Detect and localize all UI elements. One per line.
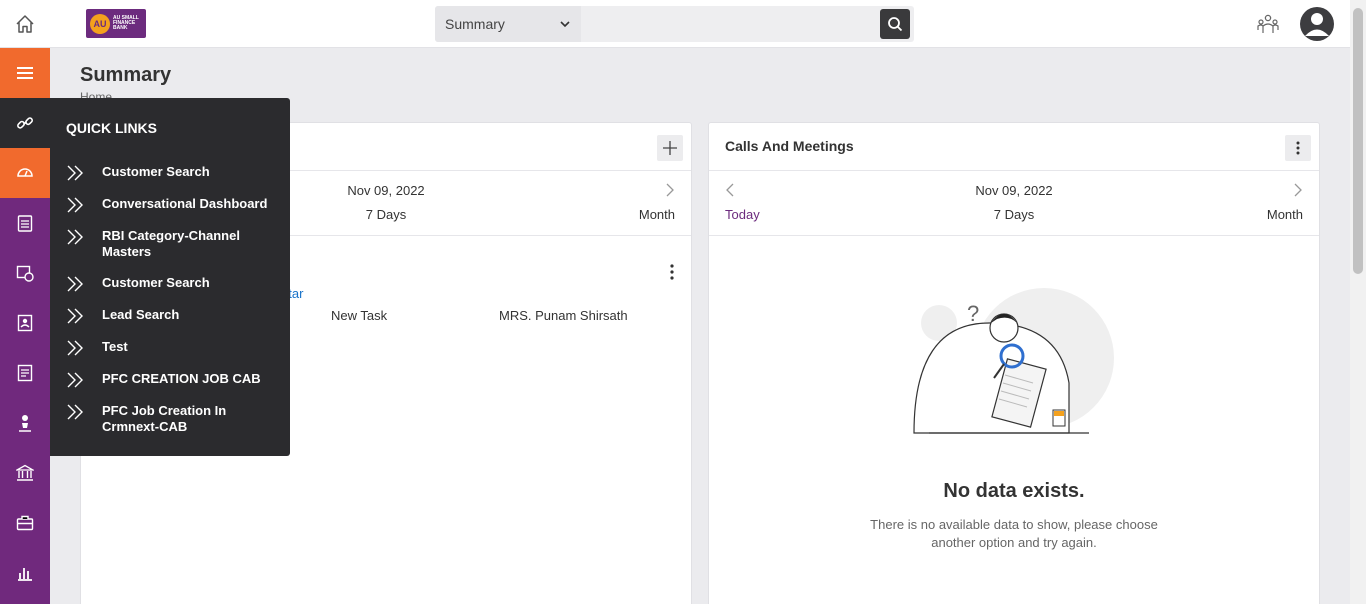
quick-link-customer-search-2[interactable]: Customer Search [66,275,286,293]
calls-card-menu-button[interactable] [1285,135,1311,161]
rail-item-calendar[interactable] [0,248,50,298]
home-button[interactable] [0,0,50,48]
rail-item-leads[interactable] [0,398,50,448]
quick-link-label: Customer Search [102,164,210,179]
plus-icon [663,141,677,155]
calls-meetings-card: Calls And Meetings Nov 09, 2022 Today 7 … [708,122,1320,604]
bank-logo[interactable]: AU AU SMALL FINANCE BANK [86,9,146,38]
more-vertical-icon[interactable] [667,263,677,281]
home-icon [16,15,34,33]
quick-link-label: PFC CREATION JOB CAB [102,371,261,386]
chevron-right-icon[interactable] [1293,183,1303,197]
dashboard-icon [17,168,33,177]
user-icon [1300,7,1334,41]
rail-item-reports[interactable] [0,348,50,398]
team-icon[interactable] [1257,13,1279,40]
search-scope-value: Summary [445,16,505,32]
add-task-button[interactable] [657,135,683,161]
report-icon [17,364,33,382]
rail-item-portfolio[interactable] [0,498,50,548]
empty-state-message: There is no available data to show, plea… [870,517,1158,550]
double-chevron-right-icon [67,197,83,213]
clipboard-icon [17,215,33,232]
empty-state-title: No data exists. [943,480,1085,502]
search-button[interactable] [880,9,910,39]
rail-item-tasks[interactable] [0,198,50,248]
search-scope-select[interactable]: Summary [435,6,581,42]
double-chevron-right-icon [67,165,83,181]
logo-text: AU SMALL FINANCE BANK [113,15,139,31]
quick-link-conversational-dashboard[interactable]: Conversational Dashboard [66,196,286,214]
calendar-clock-icon [16,265,34,282]
quick-link-label: Customer Search [102,275,210,290]
no-data-illustration: ? [913,288,1114,434]
tasks-range-month[interactable]: Month [639,207,675,222]
chevron-down-icon [560,21,570,28]
quick-link-rbi-category[interactable]: RBI Category-Channel Masters [66,228,286,260]
quick-link-customer-search[interactable]: Customer Search [66,164,286,182]
calls-range-7days[interactable]: 7 Days [709,207,1319,222]
contact-book-icon [17,314,33,332]
logo-mark: AU [90,13,110,34]
search-icon [888,17,903,32]
bar-chart-icon [18,568,32,581]
calls-range-month[interactable]: Month [1267,207,1303,222]
menu-button[interactable] [0,48,50,98]
page-scrollbar[interactable] [1350,0,1366,604]
rail-item-contacts[interactable] [0,298,50,348]
briefcase-icon [16,515,34,531]
top-bar: AU AU SMALL FINANCE BANK Summary [0,0,1350,48]
more-vertical-icon [1296,141,1300,155]
double-chevron-right-icon [67,404,83,420]
global-search: Summary [435,6,914,42]
rail-item-analytics[interactable] [0,548,50,598]
calls-card-header: Calls And Meetings [709,123,1319,171]
quick-links-panel: QUICK LINKS Customer Search Conversation… [50,98,290,456]
double-chevron-right-icon [67,372,83,388]
scrollbar-thumb[interactable] [1353,8,1363,274]
double-chevron-right-icon [67,308,83,324]
hamburger-icon [17,67,33,79]
quick-links-title: QUICK LINKS [66,120,157,136]
link-icon [17,117,33,129]
quick-links-button[interactable] [0,98,50,148]
user-avatar[interactable] [1300,7,1334,41]
quick-link-label: Test [102,339,128,354]
chevron-right-icon[interactable] [665,183,675,197]
rail-item-dashboard[interactable] [0,148,50,198]
quick-link-label: RBI Category-Channel Masters [102,228,240,259]
double-chevron-right-icon [67,340,83,356]
bank-icon [16,464,34,481]
person-pin-icon [19,415,31,432]
quick-link-label: Lead Search [102,307,180,322]
quick-link-test[interactable]: Test [66,339,286,357]
double-chevron-right-icon [67,229,83,245]
calls-date: Nov 09, 2022 [975,183,1053,198]
task-owner: MRS. Punam Shirsath [499,308,628,323]
task-type: New Task [331,308,388,323]
left-rail [0,48,50,604]
quick-link-lead-search[interactable]: Lead Search [66,307,286,325]
quick-link-pfc-job-creation[interactable]: PFC Job Creation In Crmnext-CAB [66,403,286,435]
svg-text:?: ? [967,301,979,326]
double-chevron-right-icon [67,276,83,292]
calls-card-title: Calls And Meetings [725,138,854,154]
quick-link-label: Conversational Dashboard [102,196,268,211]
rail-item-bank[interactable] [0,448,50,498]
quick-link-label: PFC Job Creation In Crmnext-CAB [102,403,227,434]
calls-date-bar: Nov 09, 2022 Today 7 Days Month [709,171,1319,236]
quick-link-pfc-creation[interactable]: PFC CREATION JOB CAB [66,371,286,389]
page-title: Summary [80,64,172,86]
